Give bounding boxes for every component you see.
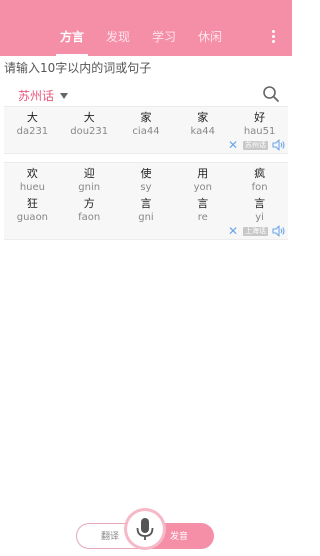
- char-row: 大 da231 大 dou231 家 cia44 家 ka44 好 hau51: [4, 107, 288, 137]
- pronunciation: hau51: [243, 126, 276, 137]
- pronunciation: dou231: [70, 126, 109, 137]
- pronunciation: gni: [138, 212, 154, 223]
- app-header: 方言 发现 学习 休闲: [0, 0, 292, 56]
- pronunciation: yi: [255, 212, 264, 223]
- vertical-dots-icon[interactable]: [270, 30, 276, 46]
- search-icon[interactable]: [262, 85, 280, 103]
- speak-label: 发音: [170, 532, 189, 542]
- char-cell: 大 dou231: [61, 111, 118, 137]
- char-cell: 使 sy: [118, 167, 175, 193]
- pronunciation: hueu: [19, 182, 45, 193]
- close-icon[interactable]: ✕: [227, 139, 239, 151]
- char-row: 狂 guaon 方 faon 言 gni 言 re 言 yi: [4, 193, 288, 223]
- pronunciation: gnin: [78, 182, 101, 193]
- hanzi: 言: [254, 197, 266, 210]
- char-cell: 迎 gnin: [61, 167, 118, 193]
- tab-discover[interactable]: 发现: [102, 29, 134, 45]
- char-cell: 方 faon: [61, 197, 118, 223]
- pronunciation: ka44: [190, 126, 216, 137]
- char-cell: 狂 guaon: [4, 197, 61, 223]
- card-actions: ✕ 苏州话: [4, 137, 288, 153]
- result-card: 欢 hueu 迎 gnin 使 sy 用 yon 疯 fon 狂 guaon 方…: [4, 162, 288, 240]
- phrase-input[interactable]: [4, 58, 286, 78]
- hanzi: 狂: [26, 197, 38, 210]
- char-cell: 好 hau51: [231, 111, 288, 137]
- hanzi: 大: [26, 111, 38, 124]
- char-cell: 家 cia44: [118, 111, 175, 137]
- hanzi: 欢: [26, 167, 38, 180]
- hanzi: 迎: [83, 167, 95, 180]
- tab-learn[interactable]: 学习: [148, 29, 180, 45]
- char-cell: 家 ka44: [174, 111, 231, 137]
- speaker-icon[interactable]: [272, 139, 286, 151]
- hanzi: 疯: [254, 167, 266, 180]
- tab-dialect[interactable]: 方言: [56, 29, 89, 56]
- bottom-action-bar: 翻译 发音: [76, 511, 214, 549]
- mic-button[interactable]: [127, 511, 163, 547]
- main-tabs: 方言 发现 学习 休闲: [56, 29, 226, 56]
- microphone-icon: [136, 518, 154, 540]
- char-cell: 言 yi: [231, 197, 288, 223]
- chevron-down-icon: [60, 92, 69, 99]
- dialect-tag: 上海话: [243, 226, 268, 236]
- hanzi: 大: [83, 111, 95, 124]
- hanzi: 使: [140, 167, 152, 180]
- dialect-row: 苏州话: [0, 84, 292, 106]
- pronunciation: guaon: [16, 212, 49, 223]
- speaker-icon[interactable]: [272, 225, 286, 237]
- close-icon[interactable]: ✕: [227, 225, 239, 237]
- dialect-dropdown[interactable]: 苏州话: [18, 87, 69, 104]
- screen: 方言 发现 学习 休闲 苏州话 大 da231: [0, 0, 292, 556]
- char-cell: 言 re: [174, 197, 231, 223]
- hanzi: 家: [140, 111, 152, 124]
- hanzi: 言: [197, 197, 209, 210]
- pronunciation: sy: [140, 182, 152, 193]
- result-card: 大 da231 大 dou231 家 cia44 家 ka44 好 hau51 …: [4, 106, 288, 154]
- char-cell: 疯 fon: [231, 167, 288, 193]
- pronunciation: fon: [251, 182, 268, 193]
- char-cell: 言 gni: [118, 197, 175, 223]
- pronunciation: re: [197, 212, 208, 223]
- char-cell: 大 da231: [4, 111, 61, 137]
- pronunciation: yon: [193, 182, 212, 193]
- tab-leisure[interactable]: 休闲: [194, 29, 226, 45]
- pronunciation: cia44: [132, 126, 160, 137]
- dialect-selected-label: 苏州话: [18, 89, 55, 103]
- pronunciation: faon: [78, 212, 101, 223]
- hanzi: 用: [197, 167, 209, 180]
- card-actions: ✕ 上海话: [4, 223, 288, 239]
- char-cell: 用 yon: [174, 167, 231, 193]
- hanzi: 方: [83, 197, 95, 210]
- dialect-tag: 苏州话: [243, 140, 268, 150]
- translate-label: 翻译: [101, 532, 120, 542]
- results-list: 大 da231 大 dou231 家 cia44 家 ka44 好 hau51 …: [4, 106, 288, 248]
- hanzi: 家: [197, 111, 209, 124]
- hanzi: 好: [254, 111, 266, 124]
- char-row: 欢 hueu 迎 gnin 使 sy 用 yon 疯 fon: [4, 163, 288, 193]
- hanzi: 言: [140, 197, 152, 210]
- pronunciation: da231: [16, 126, 49, 137]
- char-cell: 欢 hueu: [4, 167, 61, 193]
